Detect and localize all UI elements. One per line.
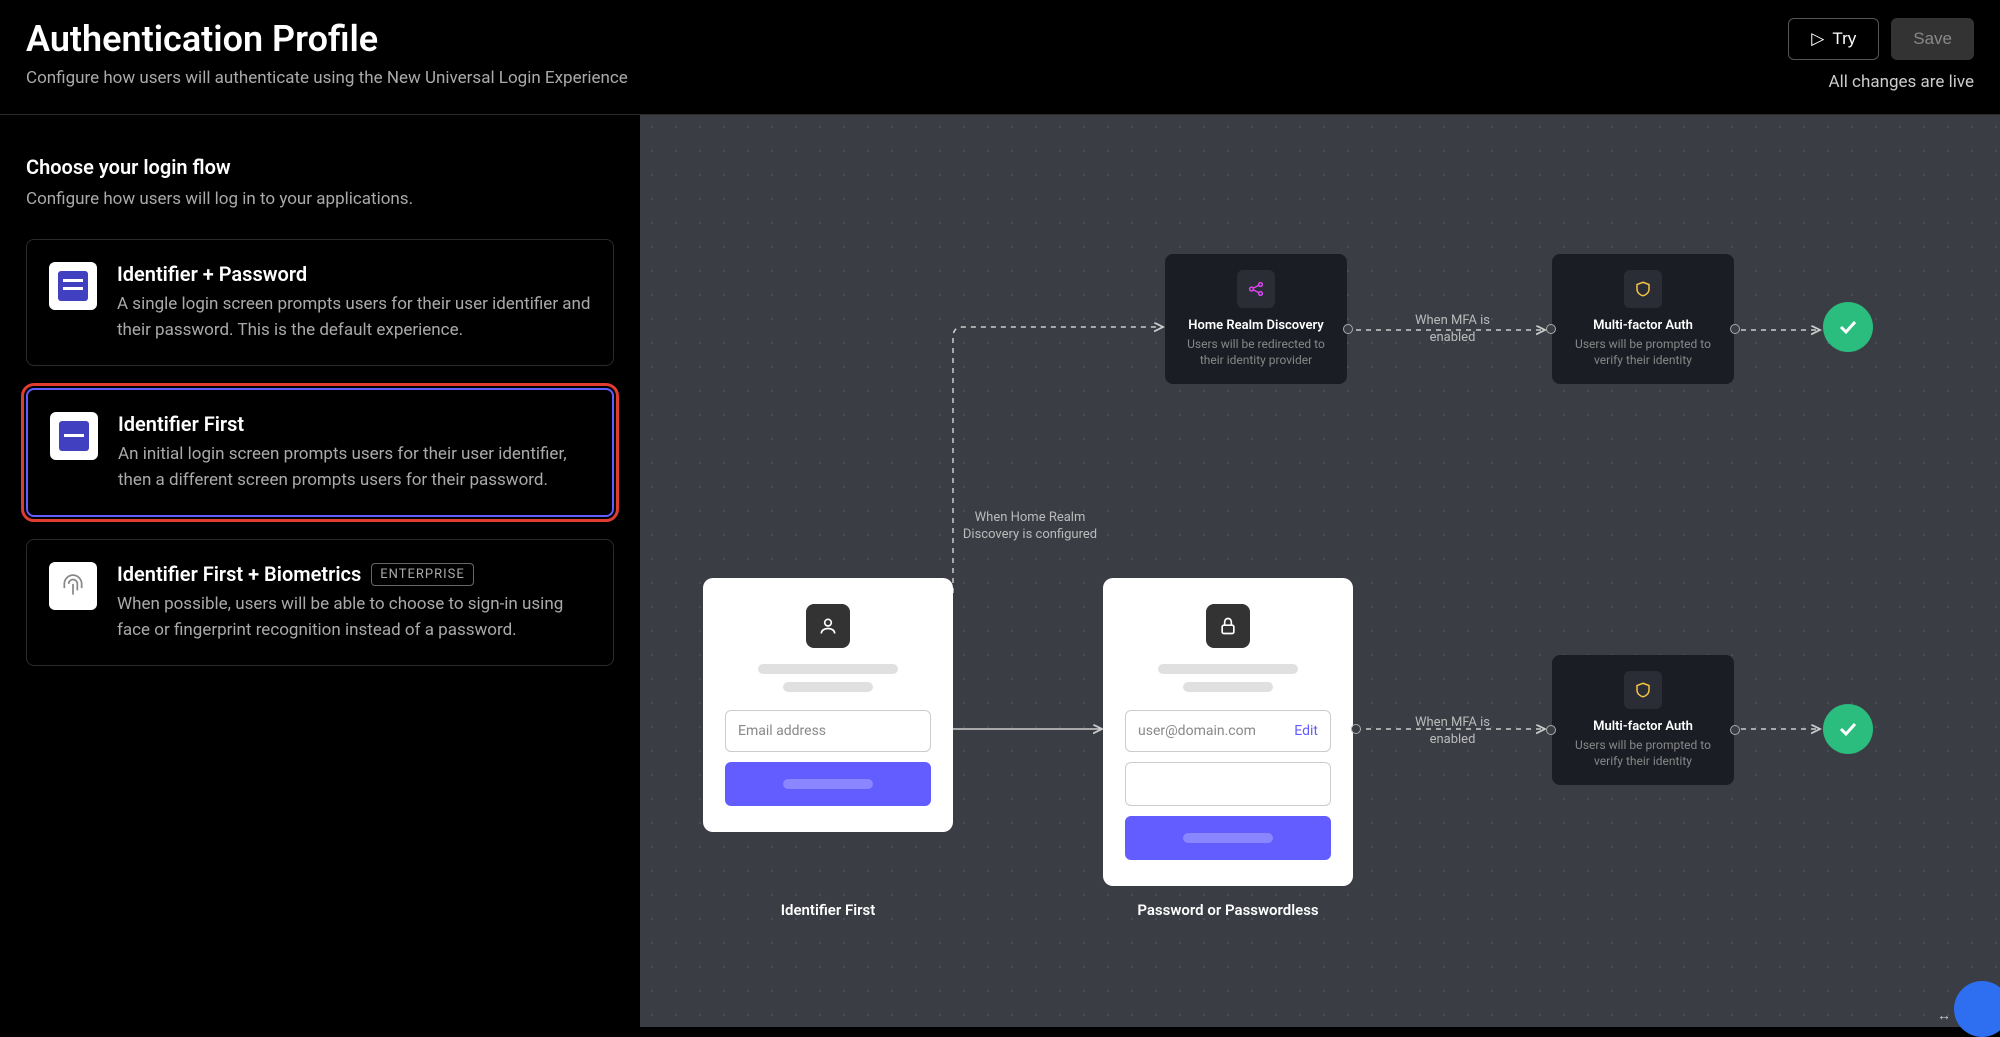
sidebar-title: Choose your login flow <box>26 155 614 179</box>
email-placeholder: Email address <box>738 723 826 739</box>
page-title: Authentication Profile <box>26 18 628 60</box>
enterprise-badge: ENTERPRISE <box>371 563 474 586</box>
option-identifier-first[interactable]: Identifier First An initial login screen… <box>26 388 614 517</box>
node-desc: Users will be prompted to verify their i… <box>1564 738 1722 769</box>
option-title: Identifier First <box>118 412 590 436</box>
form-icon <box>49 262 97 310</box>
option-desc: When possible, users will be able to cho… <box>117 592 591 643</box>
play-icon: ▷ <box>1811 29 1824 49</box>
skeleton-line <box>758 664 898 674</box>
skeleton-line <box>1158 664 1298 674</box>
port-out[interactable] <box>1730 725 1740 735</box>
fingerprint-icon <box>49 562 97 610</box>
edge-label-mfa-bottom: When MFA is enabled <box>1405 715 1500 749</box>
success-bottom <box>1823 704 1873 754</box>
option-title: Identifier First + Biometrics ENTERPRISE <box>117 562 591 586</box>
port-in[interactable] <box>1546 725 1556 735</box>
node-desc: Users will be redirected to their identi… <box>1177 337 1335 368</box>
page-header: Authentication Profile Configure how use… <box>0 0 2000 115</box>
option-desc: An initial login screen prompts users fo… <box>118 442 590 493</box>
share-icon <box>1237 270 1275 308</box>
try-button[interactable]: ▷ Try <box>1788 18 1879 60</box>
node-title: Multi-factor Auth <box>1564 719 1722 734</box>
sidebar-desc: Configure how users will log in to your … <box>26 189 614 209</box>
email-input[interactable]: Email address <box>725 710 931 752</box>
option-identifier-password[interactable]: Identifier + Password A single login scr… <box>26 239 614 366</box>
shield-icon <box>1624 671 1662 709</box>
option-desc: A single login screen prompts users for … <box>117 292 591 343</box>
flow-edges <box>640 115 2000 1027</box>
password-input[interactable] <box>1125 762 1331 806</box>
edge-label-mfa-top: When MFA is enabled <box>1405 313 1500 347</box>
flow-canvas[interactable]: Home Realm Discovery Users will be redir… <box>640 115 2000 1027</box>
save-label: Save <box>1913 29 1952 49</box>
option-title: Identifier + Password <box>117 262 591 286</box>
continue-button[interactable] <box>1125 816 1331 860</box>
success-top <box>1823 302 1873 352</box>
email-display: user@domain.com Edit <box>1125 710 1331 752</box>
node-title: Multi-factor Auth <box>1564 318 1722 333</box>
try-label: Try <box>1832 29 1856 49</box>
user-icon <box>806 604 850 648</box>
shield-icon <box>1624 270 1662 308</box>
form-icon <box>50 412 98 460</box>
card-label-identifier-first: Identifier First <box>703 901 953 919</box>
card-identifier-first[interactable]: Email address <box>703 578 953 832</box>
node-home-realm-discovery[interactable]: Home Realm Discovery Users will be redir… <box>1165 254 1347 384</box>
continue-button[interactable] <box>725 762 931 806</box>
page-subtitle: Configure how users will authenticate us… <box>26 68 628 88</box>
option-identifier-biometrics[interactable]: Identifier First + Biometrics ENTERPRISE… <box>26 539 614 666</box>
skeleton-line <box>1183 682 1273 692</box>
node-mfa-top[interactable]: Multi-factor Auth Users will be prompted… <box>1552 254 1734 384</box>
email-value: user@domain.com <box>1138 723 1256 739</box>
node-mfa-bottom[interactable]: Multi-factor Auth Users will be prompted… <box>1552 655 1734 785</box>
node-desc: Users will be prompted to verify their i… <box>1564 337 1722 368</box>
port-out[interactable] <box>1730 324 1740 334</box>
edge-label-hrd: When Home Realm Discovery is configured <box>950 510 1110 544</box>
skeleton-line <box>783 682 873 692</box>
option-title-text: Identifier First + Biometrics <box>117 562 361 586</box>
edit-link[interactable]: Edit <box>1294 723 1318 739</box>
port-out[interactable] <box>1343 324 1353 334</box>
save-button[interactable]: Save <box>1891 18 1974 60</box>
port-in[interactable] <box>1546 324 1556 334</box>
card-password[interactable]: user@domain.com Edit <box>1103 578 1353 886</box>
card-label-password: Password or Passwordless <box>1103 901 1353 919</box>
port-out[interactable] <box>1351 724 1361 734</box>
lock-icon <box>1206 604 1250 648</box>
sidebar: Choose your login flow Configure how use… <box>0 115 640 1027</box>
node-title: Home Realm Discovery <box>1177 318 1335 333</box>
live-status: All changes are live <box>1828 72 1974 92</box>
